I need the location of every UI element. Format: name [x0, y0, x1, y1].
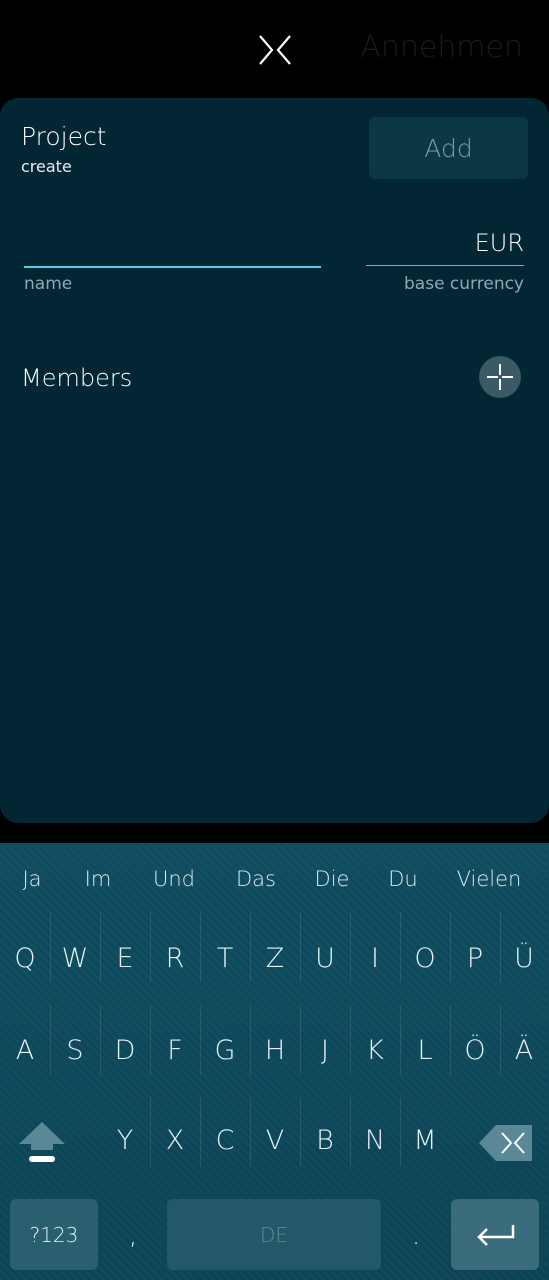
key-comma[interactable]: , [129, 1220, 138, 1251]
key-h[interactable]: H [265, 1035, 285, 1066]
suggestion-die[interactable]: Die [315, 867, 350, 891]
page-title: Project [21, 122, 107, 151]
key-j[interactable]: J [321, 1035, 329, 1066]
key-z[interactable]: Z [266, 943, 285, 974]
suggestion-ja[interactable]: Ja [22, 867, 41, 891]
project-dialog [0, 98, 549, 823]
key-c[interactable]: C [216, 1125, 235, 1156]
suggestion-du[interactable]: Du [388, 867, 417, 891]
key-x[interactable]: X [166, 1125, 185, 1156]
members-heading: Members [21, 364, 133, 392]
key-k[interactable]: K [366, 1035, 384, 1066]
space-key[interactable]: DE [167, 1199, 381, 1270]
key-p[interactable]: P [467, 943, 483, 974]
shift-icon[interactable] [17, 1120, 67, 1165]
dialog-header: Annehmen [0, 0, 549, 98]
key-r[interactable]: R [166, 943, 185, 974]
key-y[interactable]: Y [117, 1125, 134, 1156]
key-a-umlaut[interactable]: Ä [515, 1035, 533, 1066]
currency-field[interactable]: EUR [366, 225, 524, 266]
plus-icon [487, 364, 513, 390]
key-f[interactable]: F [167, 1035, 183, 1066]
page-subtitle: create [21, 157, 72, 176]
key-g[interactable]: G [215, 1035, 236, 1066]
suggestion-und[interactable]: Und [153, 867, 195, 891]
key-d[interactable]: D [115, 1035, 136, 1066]
key-o[interactable]: O [414, 943, 435, 974]
key-n[interactable]: N [365, 1125, 385, 1156]
enter-key[interactable] [451, 1199, 539, 1270]
key-l[interactable]: L [417, 1035, 432, 1066]
add-member-button[interactable] [479, 356, 521, 398]
key-period[interactable]: . [412, 1220, 421, 1251]
key-v[interactable]: V [266, 1125, 284, 1156]
key-u-umlaut[interactable]: Ü [514, 943, 534, 974]
key-s[interactable]: S [66, 1035, 83, 1066]
currency-label: base currency [404, 274, 524, 294]
suggestion-bar: Ja Im Und Das Die Du Vielen [0, 843, 549, 913]
close-icon[interactable] [255, 30, 295, 70]
key-t[interactable]: T [217, 943, 234, 974]
key-q[interactable]: Q [14, 943, 35, 974]
accept-button[interactable]: Annehmen [360, 30, 523, 65]
key-a[interactable]: A [16, 1035, 34, 1066]
key-m[interactable]: M [413, 1125, 436, 1156]
key-o-umlaut[interactable]: Ö [464, 1035, 485, 1066]
enter-icon [477, 1224, 515, 1246]
suggestion-vielen[interactable]: Vielen [457, 867, 522, 891]
key-b[interactable]: B [316, 1125, 334, 1156]
suggestion-das[interactable]: Das [236, 867, 276, 891]
name-label: name [24, 274, 73, 294]
backspace-icon[interactable] [478, 1124, 533, 1162]
key-w[interactable]: W [62, 943, 89, 974]
key-e[interactable]: E [116, 943, 133, 974]
suggestion-im[interactable]: Im [85, 867, 112, 891]
symbols-key[interactable]: ?123 [10, 1199, 98, 1270]
add-button[interactable]: Add [369, 117, 528, 179]
name-field[interactable] [24, 228, 321, 268]
key-i[interactable]: I [371, 943, 379, 974]
key-u[interactable]: U [315, 943, 335, 974]
